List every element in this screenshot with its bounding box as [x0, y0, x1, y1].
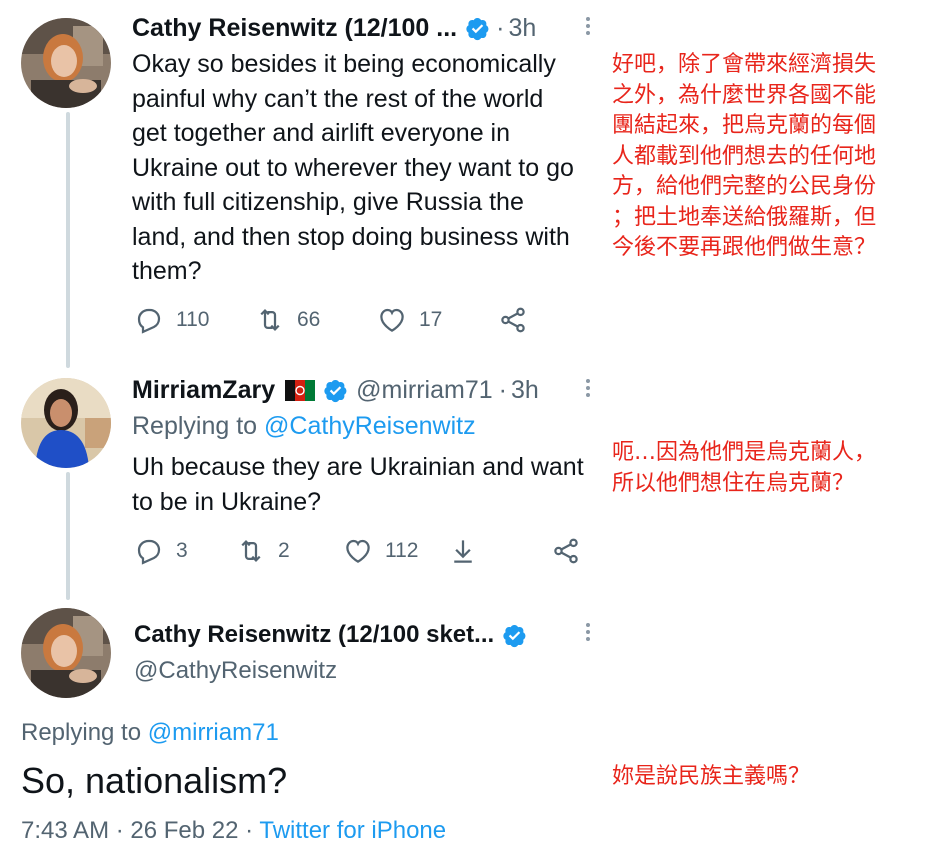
tweet-2-actions: 3 2 112	[0, 536, 933, 566]
like-button[interactable]: 17	[377, 305, 442, 335]
translation-line: 今後不要再跟他們做生意？	[612, 235, 877, 260]
reply-count: 110	[176, 308, 210, 331]
reply-button[interactable]: 3	[134, 536, 188, 566]
translation-line: 呃…因為他們是烏克蘭人，	[612, 440, 877, 465]
retweet-count: 2	[278, 539, 290, 562]
tweet-2-line: Uh because they are Ukrainian and want	[132, 453, 584, 481]
tweet-2-translation: 呃…因為他們是烏克蘭人， 所以他們想住在烏克蘭？	[612, 438, 876, 499]
verified-badge-icon	[503, 624, 526, 647]
more-icon[interactable]	[584, 14, 592, 42]
translation-line: 人都載到他們想去的任何地	[612, 143, 877, 169]
tweet-1-author-name[interactable]: Cathy Reisenwitz (12/100 ...	[132, 14, 457, 43]
reply-button[interactable]: 110	[134, 305, 209, 335]
tweet-1-timestamp[interactable]: 3h	[508, 14, 536, 43]
tweet-1-line: them?	[132, 257, 202, 285]
more-icon[interactable]	[584, 620, 592, 648]
translation-line: ；把土地奉送給俄羅斯，但	[612, 204, 877, 230]
like-count: 112	[385, 539, 419, 562]
tweet-1-line: Ukraine out to wherever they want to go	[132, 153, 574, 182]
tweet-2-handle[interactable]: @mirriam71	[356, 376, 493, 405]
retweet-button[interactable]: 66	[255, 305, 320, 335]
like-icon	[346, 539, 370, 563]
tweet-1-line: Okay so besides it being economically	[132, 50, 556, 78]
replying-label: Replying to	[21, 719, 142, 746]
translation-line: 團結起來，把烏克蘭的每個	[612, 113, 877, 138]
tweet-1-actions: 110 66 17	[0, 305, 933, 335]
tweet-1-line: painful why can’t the rest of the world	[132, 84, 544, 113]
tweet-1-header: Cathy Reisenwitz (12/100 ... · 3h	[132, 12, 536, 44]
share-button[interactable]	[498, 305, 528, 335]
download-icon	[454, 540, 472, 563]
tweet-2-line: to be in Ukraine?	[132, 487, 322, 516]
tweet-1-line: get together and airlift everyone in	[132, 119, 511, 147]
tweet-3-meta: 7:43 AM · 26 Feb 22 · Twitter for iPhone	[21, 817, 446, 845]
retweet-button[interactable]: 2	[236, 536, 290, 566]
share-button[interactable]	[551, 536, 581, 566]
tweet-3-translation: 妳是說民族主義嗎？	[612, 764, 811, 789]
tweet-2-author-name[interactable]: MirriamZary	[132, 376, 275, 405]
translation-line: 方，給他們完整的公民身份	[612, 174, 877, 199]
reply-icon	[137, 308, 161, 334]
tweet-2-replying-to: Replying to @CathyReisenwitz	[132, 412, 476, 441]
tweet-1-translation: 好吧，除了會帶來經濟損失 之外，為什麼世界各國不能 團結起來，把烏克蘭的每個 人…	[612, 50, 876, 264]
tweet-2-header: MirriamZary @mirriam71 · 3h	[132, 374, 539, 406]
more-icon[interactable]	[584, 376, 592, 404]
tweet-2-text: Uh because they are Ukrainian and want t…	[132, 450, 584, 519]
tweet-3-author-name[interactable]: Cathy Reisenwitz (12/100 sket...	[134, 621, 494, 649]
like-button[interactable]: 112	[343, 536, 418, 566]
tweet-3-source[interactable]: Twitter for iPhone	[259, 817, 446, 844]
download-button[interactable]	[448, 536, 478, 566]
tweet-3-date[interactable]: 7:43 AM · 26 Feb 22 ·	[21, 817, 253, 844]
avatar-cathy[interactable]	[21, 608, 111, 698]
reply-icon	[137, 539, 161, 565]
tweet-3-text: So, nationalism?	[21, 760, 288, 801]
replying-to-link[interactable]: @mirriam71	[148, 719, 279, 746]
verified-badge-icon	[324, 379, 347, 402]
translation-line: 好吧，除了會帶來經濟損失	[612, 52, 877, 77]
verified-badge-icon	[466, 17, 489, 40]
tweet-3-replying-to: Replying to @mirriam71	[21, 719, 279, 747]
tweet-1-text: Okay so besides it being economically pa…	[132, 47, 574, 289]
translation-line: 之外，為什麼世界各國不能	[612, 82, 877, 108]
tweet-3-handle[interactable]: @CathyReisenwitz	[134, 657, 337, 685]
retweet-count: 66	[297, 308, 321, 331]
translation-line: 所以他們想住在烏克蘭？	[612, 470, 855, 496]
replying-to-link[interactable]: @CathyReisenwitz	[264, 412, 476, 440]
retweet-icon	[260, 309, 280, 331]
reply-count: 3	[176, 539, 188, 562]
like-icon	[380, 308, 404, 332]
tweet-1-line: with full citizenship, give Russia the	[132, 188, 524, 216]
afghanistan-flag-icon	[285, 379, 316, 401]
separator-dot: ·	[496, 13, 505, 42]
like-count: 17	[419, 308, 443, 331]
tweet-2-timestamp[interactable]: 3h	[511, 376, 539, 405]
retweet-icon	[241, 540, 261, 562]
separator-dot: ·	[498, 375, 507, 404]
tweet-3-header: Cathy Reisenwitz (12/100 sket...	[134, 619, 527, 651]
tweet-1-line: land, and then stop doing business with	[132, 222, 570, 251]
avatar-cathy[interactable]	[21, 18, 111, 108]
replying-label: Replying to	[132, 412, 258, 440]
avatar-mirriam[interactable]	[21, 378, 111, 468]
share-icon	[501, 307, 525, 333]
share-icon	[554, 538, 578, 564]
